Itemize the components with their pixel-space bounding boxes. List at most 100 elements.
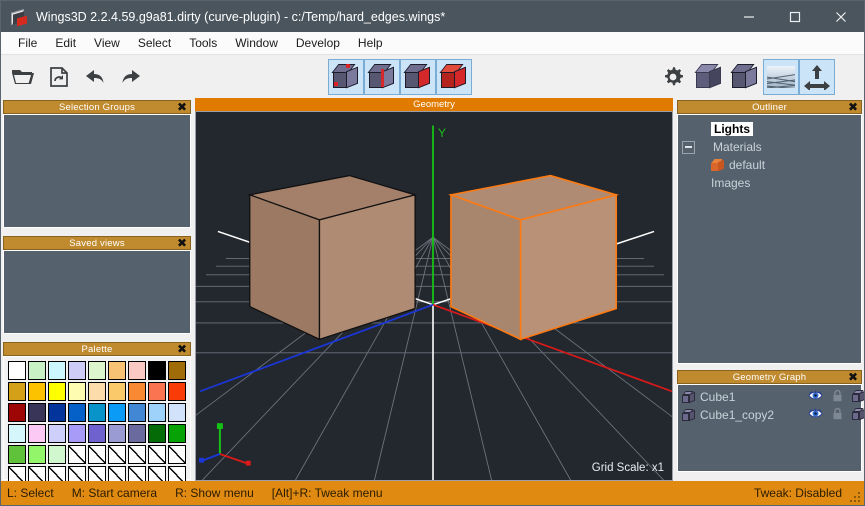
wireframe-toggle[interactable]: [852, 408, 864, 422]
maximize-button[interactable]: [772, 1, 818, 32]
palette-swatch[interactable]: [68, 382, 86, 401]
outliner-row[interactable]: Materials: [678, 138, 861, 156]
outliner-item-label: default: [729, 158, 766, 172]
open-file-button[interactable]: [5, 59, 41, 95]
palette-swatch[interactable]: [168, 403, 186, 422]
palette-swatch[interactable]: [148, 403, 166, 422]
close-button[interactable]: [818, 1, 864, 32]
vertex-select-mode-button[interactable]: [328, 59, 364, 95]
palette-swatch[interactable]: [108, 382, 126, 401]
close-icon[interactable]: ✖: [177, 343, 187, 356]
menu-window[interactable]: Window: [226, 34, 287, 52]
palette-swatch[interactable]: [108, 361, 126, 380]
menu-select[interactable]: Select: [129, 34, 180, 52]
right-dock: Outliner ✖ Lights Materials default Images …: [675, 98, 864, 481]
show-axes-button[interactable]: [799, 59, 835, 95]
palette-swatch[interactable]: [48, 445, 66, 464]
palette-swatch[interactable]: [28, 424, 46, 443]
palette-swatch[interactable]: [48, 382, 66, 401]
outliner-row[interactable]: Images: [678, 174, 861, 192]
palette-swatch[interactable]: [128, 382, 146, 401]
lock-toggle[interactable]: [832, 407, 843, 423]
palette-swatch[interactable]: [8, 361, 26, 380]
preferences-button[interactable]: [655, 59, 691, 95]
palette-swatch[interactable]: [68, 424, 86, 443]
wireframe-button[interactable]: [727, 59, 763, 95]
palette-swatch[interactable]: [148, 424, 166, 443]
palette-swatch[interactable]: [68, 361, 86, 380]
palette-swatch[interactable]: [88, 403, 106, 422]
edge-select-mode-button[interactable]: [364, 59, 400, 95]
geometry-viewport[interactable]: Geometry Y Grid Scale: x1: [195, 98, 673, 481]
smooth-shade-button[interactable]: [691, 59, 727, 95]
palette-swatch[interactable]: [128, 424, 146, 443]
menu-edit[interactable]: Edit: [46, 34, 85, 52]
outliner-row[interactable]: default: [678, 156, 861, 174]
menu-tools[interactable]: Tools: [180, 34, 226, 52]
palette-swatch-empty[interactable]: [68, 445, 86, 464]
close-icon[interactable]: ✖: [848, 101, 858, 114]
palette-swatch[interactable]: [28, 382, 46, 401]
palette-swatch[interactable]: [128, 403, 146, 422]
face-select-mode-button[interactable]: [400, 59, 436, 95]
undo-button[interactable]: [77, 59, 113, 95]
palette-swatch[interactable]: [48, 403, 66, 422]
palette-swatch[interactable]: [8, 445, 26, 464]
save-as-button[interactable]: [41, 59, 77, 95]
palette-swatch[interactable]: [48, 424, 66, 443]
menu-file[interactable]: File: [9, 34, 46, 52]
selection-groups-panel: Selection Groups ✖: [3, 100, 191, 230]
toolbar: [1, 55, 864, 99]
redo-button[interactable]: [113, 59, 149, 95]
palette-swatch[interactable]: [28, 361, 46, 380]
menu-help[interactable]: Help: [349, 34, 392, 52]
palette-swatch-empty[interactable]: [148, 445, 166, 464]
show-ground-plane-button[interactable]: [763, 59, 799, 95]
palette-swatch[interactable]: [168, 424, 186, 443]
palette-swatch[interactable]: [8, 403, 26, 422]
palette-swatch[interactable]: [8, 382, 26, 401]
palette-swatch[interactable]: [148, 361, 166, 380]
grid-scale-label: Grid Scale: x1: [591, 462, 664, 474]
palette-swatch-empty[interactable]: [168, 445, 186, 464]
palette-swatch[interactable]: [108, 424, 126, 443]
palette-swatch-empty[interactable]: [88, 445, 106, 464]
palette-swatch[interactable]: [68, 403, 86, 422]
resize-grip[interactable]: [848, 490, 860, 502]
wireframe-toggle[interactable]: [852, 390, 864, 404]
close-icon[interactable]: ✖: [177, 101, 187, 114]
palette-swatch[interactable]: [148, 382, 166, 401]
palette-swatch[interactable]: [88, 382, 106, 401]
body-select-mode-button[interactable]: [436, 59, 472, 95]
visibility-toggle[interactable]: [808, 408, 823, 422]
palette-swatch[interactable]: [88, 424, 106, 443]
palette-swatch[interactable]: [88, 361, 106, 380]
geometry-graph-list[interactable]: Cube1 Cube1_copy2: [677, 384, 864, 472]
palette-swatch[interactable]: [28, 403, 46, 422]
viewport-canvas[interactable]: Y Grid Scale: x1: [195, 111, 673, 481]
outliner-item-label: Images: [711, 176, 751, 190]
visibility-toggle[interactable]: [808, 390, 823, 404]
palette-swatch[interactable]: [48, 361, 66, 380]
palette-swatch[interactable]: [28, 445, 46, 464]
outliner-row[interactable]: Lights: [678, 120, 861, 138]
palette-swatch-empty[interactable]: [108, 445, 126, 464]
saved-views-body[interactable]: [3, 250, 191, 334]
palette-swatch[interactable]: [168, 361, 186, 380]
lock-toggle[interactable]: [832, 389, 843, 405]
close-icon[interactable]: ✖: [177, 237, 187, 250]
palette-swatch-empty[interactable]: [128, 445, 146, 464]
geometry-graph-row[interactable]: Cube1: [678, 388, 864, 406]
palette-swatch[interactable]: [108, 403, 126, 422]
palette-swatch[interactable]: [128, 361, 146, 380]
selection-groups-body[interactable]: [3, 114, 191, 228]
outliner-list[interactable]: Lights Materials default Images: [677, 114, 862, 364]
close-icon[interactable]: ✖: [848, 371, 858, 384]
minimize-button[interactable]: [726, 1, 772, 32]
menu-view[interactable]: View: [85, 34, 129, 52]
geometry-graph-row[interactable]: Cube1_copy2: [678, 406, 864, 424]
palette-swatch[interactable]: [168, 382, 186, 401]
menu-develop[interactable]: Develop: [287, 34, 349, 52]
palette-swatch[interactable]: [8, 424, 26, 443]
collapse-expander-icon[interactable]: [682, 140, 695, 154]
